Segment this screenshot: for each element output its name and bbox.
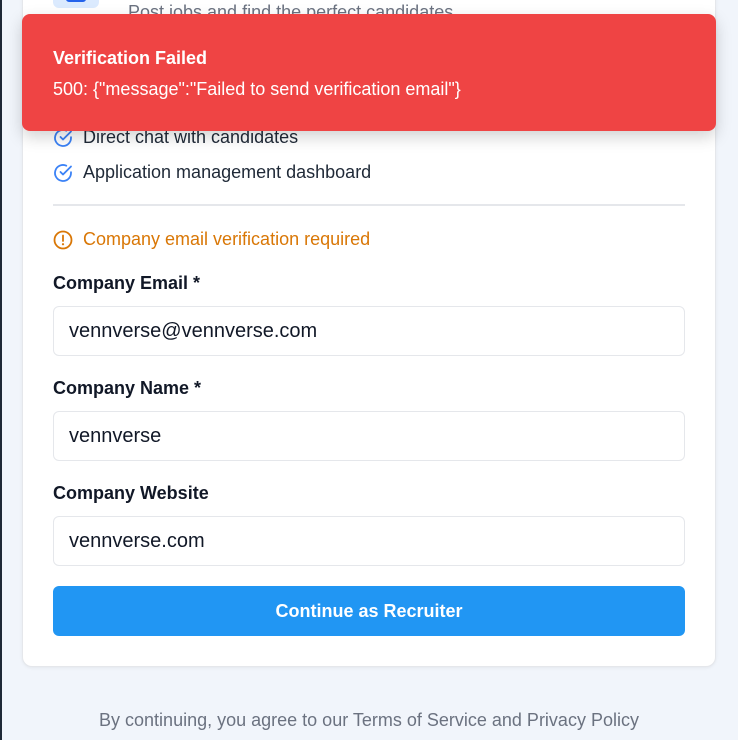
window-edge: [0, 0, 2, 740]
company-name-label: Company Name *: [53, 378, 202, 398]
feature-item: Application management dashboard: [53, 162, 371, 183]
alert-circle-icon: [53, 230, 73, 250]
check-circle-icon: [53, 163, 73, 183]
toast-title: Verification Failed: [53, 48, 208, 68]
briefcase-icon: [53, 0, 99, 8]
verification-warning: Company email verification required: [53, 229, 370, 250]
warning-text: Company email verification required: [83, 229, 371, 249]
divider: [53, 204, 685, 206]
terms-footer: By continuing, you agree to our Terms of…: [99, 710, 639, 730]
company-website-input[interactable]: [53, 516, 685, 566]
company-name-input[interactable]: [53, 411, 685, 461]
company-email-input[interactable]: [53, 306, 685, 356]
error-toast[interactable]: Verification Failed 500: {"message":"Fai…: [22, 14, 716, 131]
continue-as-recruiter-button[interactable]: Continue as Recruiter: [53, 586, 685, 636]
company-email-label: Company Email *: [53, 273, 201, 293]
feature-text: Application management dashboard: [83, 162, 372, 182]
company-website-label: Company Website: [53, 483, 209, 503]
toast-message: 500: {"message":"Failed to send verifica…: [53, 79, 461, 99]
